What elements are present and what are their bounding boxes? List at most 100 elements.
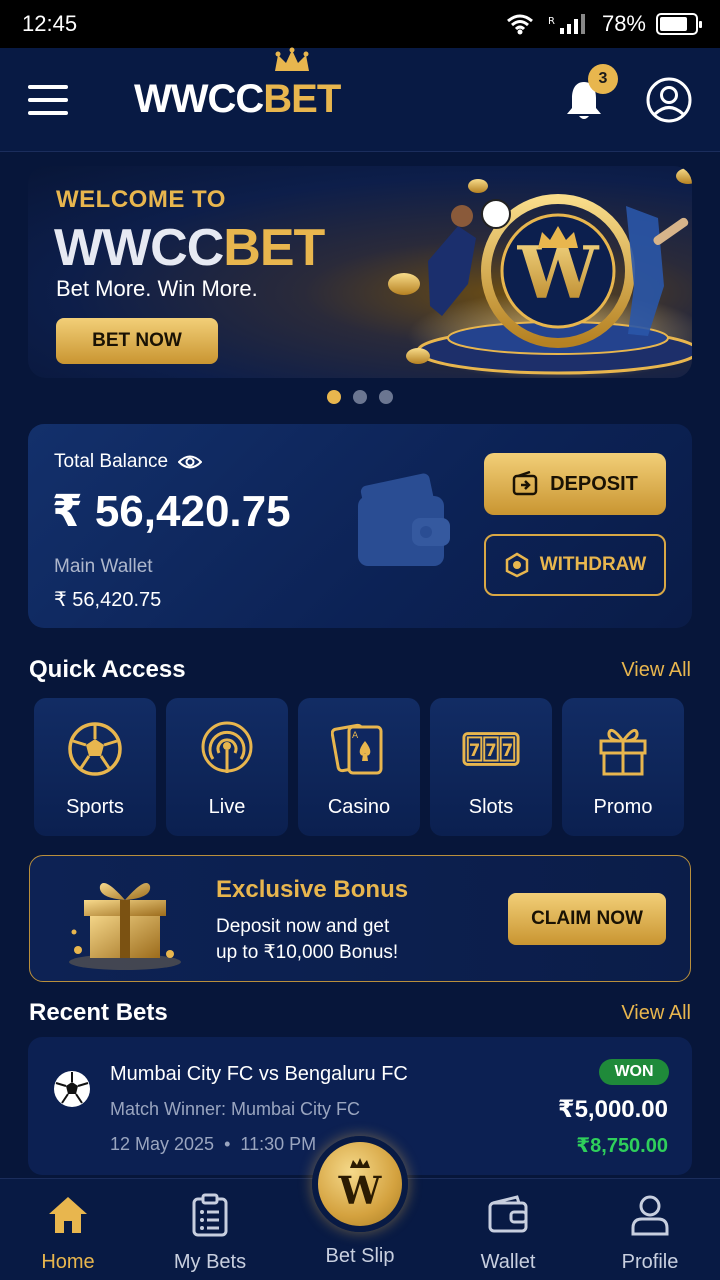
bet-market: Match Winner: Mumbai City FC: [110, 1099, 361, 1119]
nav-label-profile: Profile: [621, 1251, 679, 1273]
quick-label-slots: Slots: [468, 796, 514, 818]
bet-date: 12 May 2025: [110, 1134, 215, 1154]
bonus-line-2: up to ₹10,000 Bonus!: [216, 942, 399, 963]
deposit-button[interactable]: DEPOSIT: [484, 453, 666, 515]
nav-label-home: Home: [41, 1251, 95, 1273]
svg-text:A: A: [352, 731, 359, 741]
betslip-logo-icon: W: [338, 1158, 383, 1213]
claim-now-button[interactable]: CLAIM NOW: [508, 893, 666, 945]
cell-signal-icon: R: [548, 14, 585, 34]
status-time: 12:45: [22, 11, 78, 36]
playing-cards-icon: A: [331, 723, 383, 775]
bet-slip-button[interactable]: W: [312, 1136, 408, 1232]
soccer-ball-icon: [54, 1071, 90, 1107]
bet-time: 11:30 PM: [240, 1134, 317, 1154]
banner-brand-gold: BET: [223, 219, 325, 277]
wallet-illustration-icon: [358, 473, 450, 566]
bet-datetime: 12 May 2025 • 11:30 PM: [110, 1134, 317, 1154]
recent-bets-view-all[interactable]: View All: [621, 1002, 691, 1025]
broadcast-icon: [201, 721, 253, 773]
battery-percent: 78%: [601, 11, 646, 36]
svg-text:R: R: [548, 16, 555, 27]
wallet-icon: [488, 1195, 528, 1233]
svg-text:7: 7: [469, 741, 480, 760]
quick-label-casino: Casino: [327, 796, 391, 818]
nav-my-bets[interactable]: My Bets: [150, 1179, 270, 1280]
nav-profile[interactable]: Profile: [590, 1179, 710, 1280]
total-balance-label: Total Balance: [54, 451, 169, 472]
quick-tile-sports[interactable]: Sports: [34, 698, 156, 836]
bonus-line-1: Deposit now and get: [216, 916, 390, 937]
total-balance-label-row: Total Balance: [54, 451, 203, 473]
quick-access-view-all[interactable]: View All: [621, 659, 691, 682]
total-balance-amount: ₹ 56,420.75: [52, 487, 291, 536]
bet-payout: ₹8,750.00: [576, 1135, 668, 1157]
promo-banner[interactable]: W WELCOME TO WWCCBET Bet More. Win More.…: [28, 166, 692, 378]
quick-label-live: Live: [208, 796, 246, 818]
withdraw-button[interactable]: WITHDRAW: [484, 534, 666, 596]
withdraw-label: WITHDRAW: [539, 554, 647, 575]
battery-status: 78%: [601, 11, 702, 37]
quick-tile-promo[interactable]: Promo: [562, 698, 684, 836]
banner-illustration: W: [388, 168, 692, 378]
bonus-title: Exclusive Bonus: [216, 876, 409, 903]
notification-badge: 3: [588, 63, 618, 94]
main-wallet-value: ₹ 56,420.75: [54, 589, 162, 611]
nav-home[interactable]: Home: [8, 1179, 128, 1280]
account-button[interactable]: [646, 77, 692, 123]
main-wallet-label: Main Wallet: [54, 556, 153, 577]
quick-label-sports: Sports: [66, 796, 124, 818]
bet-stake: ₹5,000.00: [557, 1096, 668, 1123]
bonus-description: Deposit now and get up to ₹10,000 Bonus!: [216, 914, 436, 966]
deposit-label: DEPOSIT: [550, 472, 638, 495]
deposit-icon: [512, 471, 538, 496]
logo-text-gold: BET: [263, 77, 341, 121]
nav-label-bet-slip[interactable]: Bet Slip: [300, 1245, 420, 1268]
nav-label-wallet: Wallet: [480, 1251, 536, 1273]
carousel-dot-2[interactable]: [353, 390, 367, 404]
carousel-dot-3[interactable]: [379, 390, 393, 404]
wifi-icon: [506, 14, 533, 35]
quick-label-promo: Promo: [593, 796, 653, 818]
logo-text-white: WWCC: [134, 77, 264, 121]
quick-tile-casino[interactable]: A Casino: [298, 698, 420, 836]
gold-gift-box-icon: [69, 883, 181, 970]
bet-match: Mumbai City FC vs Bengaluru FC: [110, 1063, 408, 1085]
svg-text:7: 7: [502, 741, 513, 760]
nav-label-my-bets: My Bets: [173, 1251, 247, 1273]
clipboard-icon: [192, 1193, 228, 1237]
withdraw-icon: [505, 552, 528, 578]
app-logo[interactable]: WWCCBET: [134, 47, 341, 122]
balance-card: Total Balance ₹ 56,420.75 Main Wallet ₹ …: [28, 424, 692, 628]
exclusive-bonus-card[interactable]: Exclusive Bonus Deposit now and get up t…: [29, 855, 691, 982]
app-header: WWCCBET 3: [0, 47, 720, 152]
gift-icon: [599, 728, 647, 776]
status-bar: 12:45 R 78%: [0, 0, 720, 48]
user-circle-icon: [646, 77, 692, 122]
home-icon: [49, 1197, 87, 1233]
status-icons: R 78%: [506, 11, 702, 37]
user-icon: [631, 1195, 669, 1236]
eye-icon[interactable]: [178, 453, 203, 471]
menu-icon[interactable]: [28, 84, 68, 115]
quick-tile-live[interactable]: Live: [166, 698, 288, 836]
nav-wallet[interactable]: Wallet: [448, 1179, 568, 1280]
banner-brand: WWCCBET: [54, 218, 325, 278]
crown-icon: [275, 47, 309, 71]
status-badge: WON: [599, 1059, 669, 1085]
carousel-indicators: [0, 390, 720, 404]
quick-access-title: Quick Access: [29, 656, 186, 683]
recent-bets-title: Recent Bets: [29, 999, 168, 1026]
svg-text:7: 7: [485, 741, 496, 760]
carousel-dot-1[interactable]: [327, 390, 341, 404]
battery-icon: [656, 13, 702, 35]
quick-tile-slots[interactable]: 7 7 7 Slots: [430, 698, 552, 836]
slot-777-icon: 7 7 7: [462, 732, 520, 766]
soccer-ball-icon: [68, 722, 122, 776]
quick-access-grid: Sports Live A Casino 7 7 7 Slots Promo: [34, 698, 684, 836]
banner-welcome: WELCOME TO: [56, 186, 226, 213]
banner-tagline: Bet More. Win More.: [56, 276, 258, 301]
svg-text:W: W: [338, 1168, 383, 1213]
bet-now-button[interactable]: BET NOW: [56, 318, 218, 364]
notifications-button[interactable]: 3: [564, 63, 618, 122]
